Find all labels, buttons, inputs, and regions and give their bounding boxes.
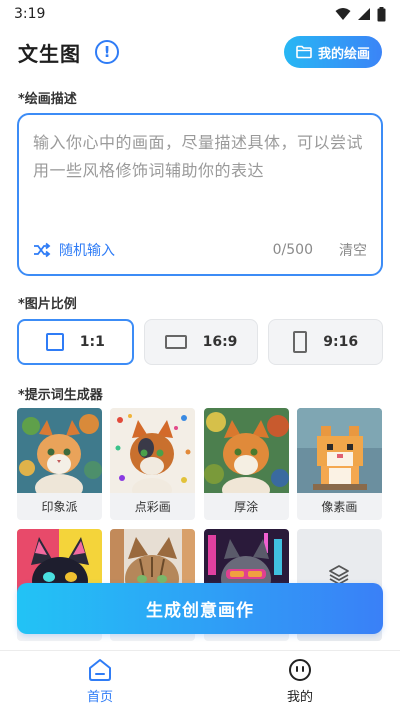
status-icons (335, 6, 386, 22)
style-name: 点彩画 (134, 500, 171, 514)
description-placeholder: 输入你心中的画面，尽量描述具体，可以尝试用一些风格修饰词辅助你的表达 (33, 133, 364, 180)
ratio-label-9-16: 9:16 (323, 334, 359, 350)
cat-pixel-art-image (296, 408, 382, 493)
portrait-icon (293, 331, 308, 353)
status-bar: 3:19 (0, 0, 400, 28)
profile-face-icon (289, 658, 311, 681)
char-count: 0/500 (272, 242, 313, 258)
style-name: 印象派 (41, 500, 78, 514)
style-card-pixel-art[interactable]: 像素画 (296, 408, 382, 520)
style-name: 像素画 (321, 500, 358, 514)
landscape-icon (164, 335, 187, 349)
battery-icon (377, 6, 386, 21)
nav-label-home: 首页 (86, 689, 113, 705)
my-paintings-label: 我的绘画 (317, 46, 370, 62)
status-time: 3:19 (14, 6, 46, 22)
ratio-option-9-16[interactable]: 9:16 (268, 319, 384, 365)
ratio-label-16-9: 16:9 (202, 334, 238, 350)
folder-icon (296, 45, 312, 59)
nav-item-profile[interactable]: 我的 (200, 651, 400, 711)
ratio-options: 1:1 16:9 9:16 (17, 319, 384, 365)
description-label: *绘画描述 (18, 92, 77, 107)
style-name: 厚涂 (234, 500, 259, 514)
cat-impasto-image (203, 408, 289, 493)
description-footer: 随机输入 0/500 清空 (33, 240, 367, 260)
random-input-button[interactable]: 随机输入 (33, 240, 115, 260)
ratio-option-16-9[interactable]: 16:9 (143, 319, 259, 365)
prompt-generator-label: *提示词生成器 (18, 388, 103, 403)
wifi-icon (335, 8, 351, 20)
ratio-label-1-1: 1:1 (79, 334, 105, 350)
header: 文生图 ! 我的绘画 (0, 30, 400, 74)
nav-item-home[interactable]: 首页 (0, 651, 200, 711)
square-icon (45, 333, 64, 351)
clear-button[interactable]: 清空 (339, 240, 367, 260)
cat-impressionism-image (17, 408, 102, 493)
info-icon[interactable]: ! (95, 40, 119, 64)
cat-pointillism-image (110, 408, 196, 493)
my-paintings-button[interactable]: 我的绘画 (283, 36, 382, 68)
shuffle-icon (34, 242, 51, 258)
generate-button[interactable]: 生成创意画作 (17, 583, 383, 634)
page-title: 文生图 (18, 41, 81, 66)
nav-label-profile: 我的 (286, 689, 313, 705)
description-input[interactable]: 输入你心中的画面，尽量描述具体，可以尝试用一些风格修饰词辅助你的表达 随机输入 … (17, 113, 383, 276)
ratio-option-1-1[interactable]: 1:1 (17, 319, 134, 365)
random-input-label: 随机输入 (59, 243, 115, 259)
signal-icon (358, 8, 370, 20)
ratio-label: *图片比例 (18, 297, 77, 312)
style-card-impressionism[interactable]: 印象派 (17, 408, 102, 520)
bottom-nav: 首页 我的 (0, 650, 400, 711)
style-card-impasto[interactable]: 厚涂 (203, 408, 289, 520)
style-card-pointillism[interactable]: 点彩画 (110, 408, 196, 520)
home-icon (89, 658, 111, 681)
